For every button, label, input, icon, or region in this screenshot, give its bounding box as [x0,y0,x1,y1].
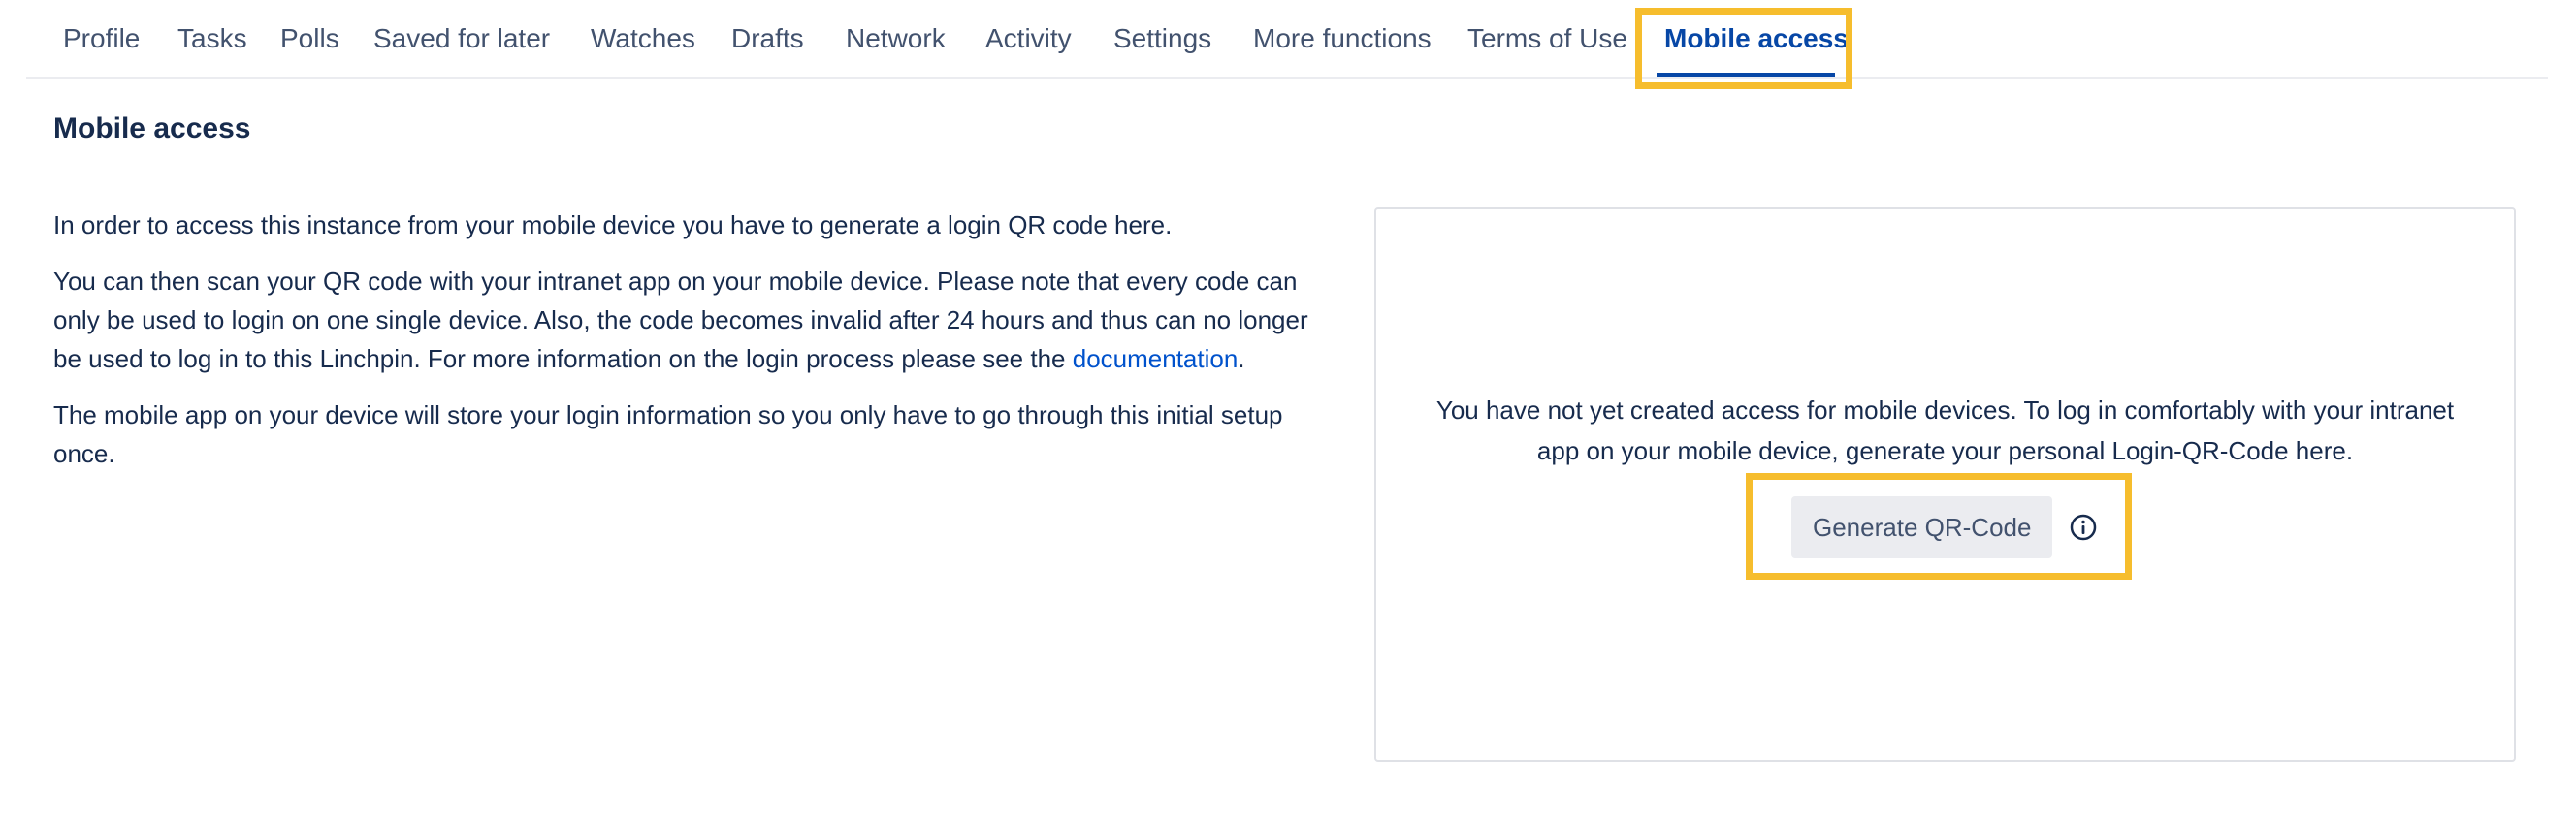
tab-watches[interactable]: Watches [591,23,695,54]
intro-paragraph-2-end: . [1238,344,1245,373]
documentation-link[interactable]: documentation [1073,344,1239,373]
tab-network[interactable]: Network [846,23,946,54]
tab-activity[interactable]: Activity [985,23,1072,54]
intro-paragraph-3: The mobile app on your device will store… [53,400,1283,468]
tab-more-functions[interactable]: More functions [1253,23,1432,54]
highlight-box-button [1746,473,2132,580]
tab-polls[interactable]: Polls [280,23,339,54]
intro-text: In order to access this instance from yo… [53,206,1314,490]
tab-settings[interactable]: Settings [1113,23,1211,54]
tab-terms-of-use[interactable]: Terms of Use [1467,23,1627,54]
page: Profile Tasks Polls Saved for later Watc… [0,0,2576,822]
tab-bar: Profile Tasks Polls Saved for later Watc… [26,0,2548,79]
intro-paragraph-2: You can then scan your QR code with your… [53,262,1314,378]
tab-saved-for-later[interactable]: Saved for later [373,23,550,54]
tab-tasks[interactable]: Tasks [177,23,247,54]
highlight-box-tab [1635,8,1852,89]
no-access-message: You have not yet created access for mobi… [1435,395,2455,465]
tab-drafts[interactable]: Drafts [731,23,804,54]
intro-paragraph-1: In order to access this instance from yo… [53,210,1173,239]
tab-profile[interactable]: Profile [63,23,140,54]
section-title: Mobile access [53,112,251,144]
